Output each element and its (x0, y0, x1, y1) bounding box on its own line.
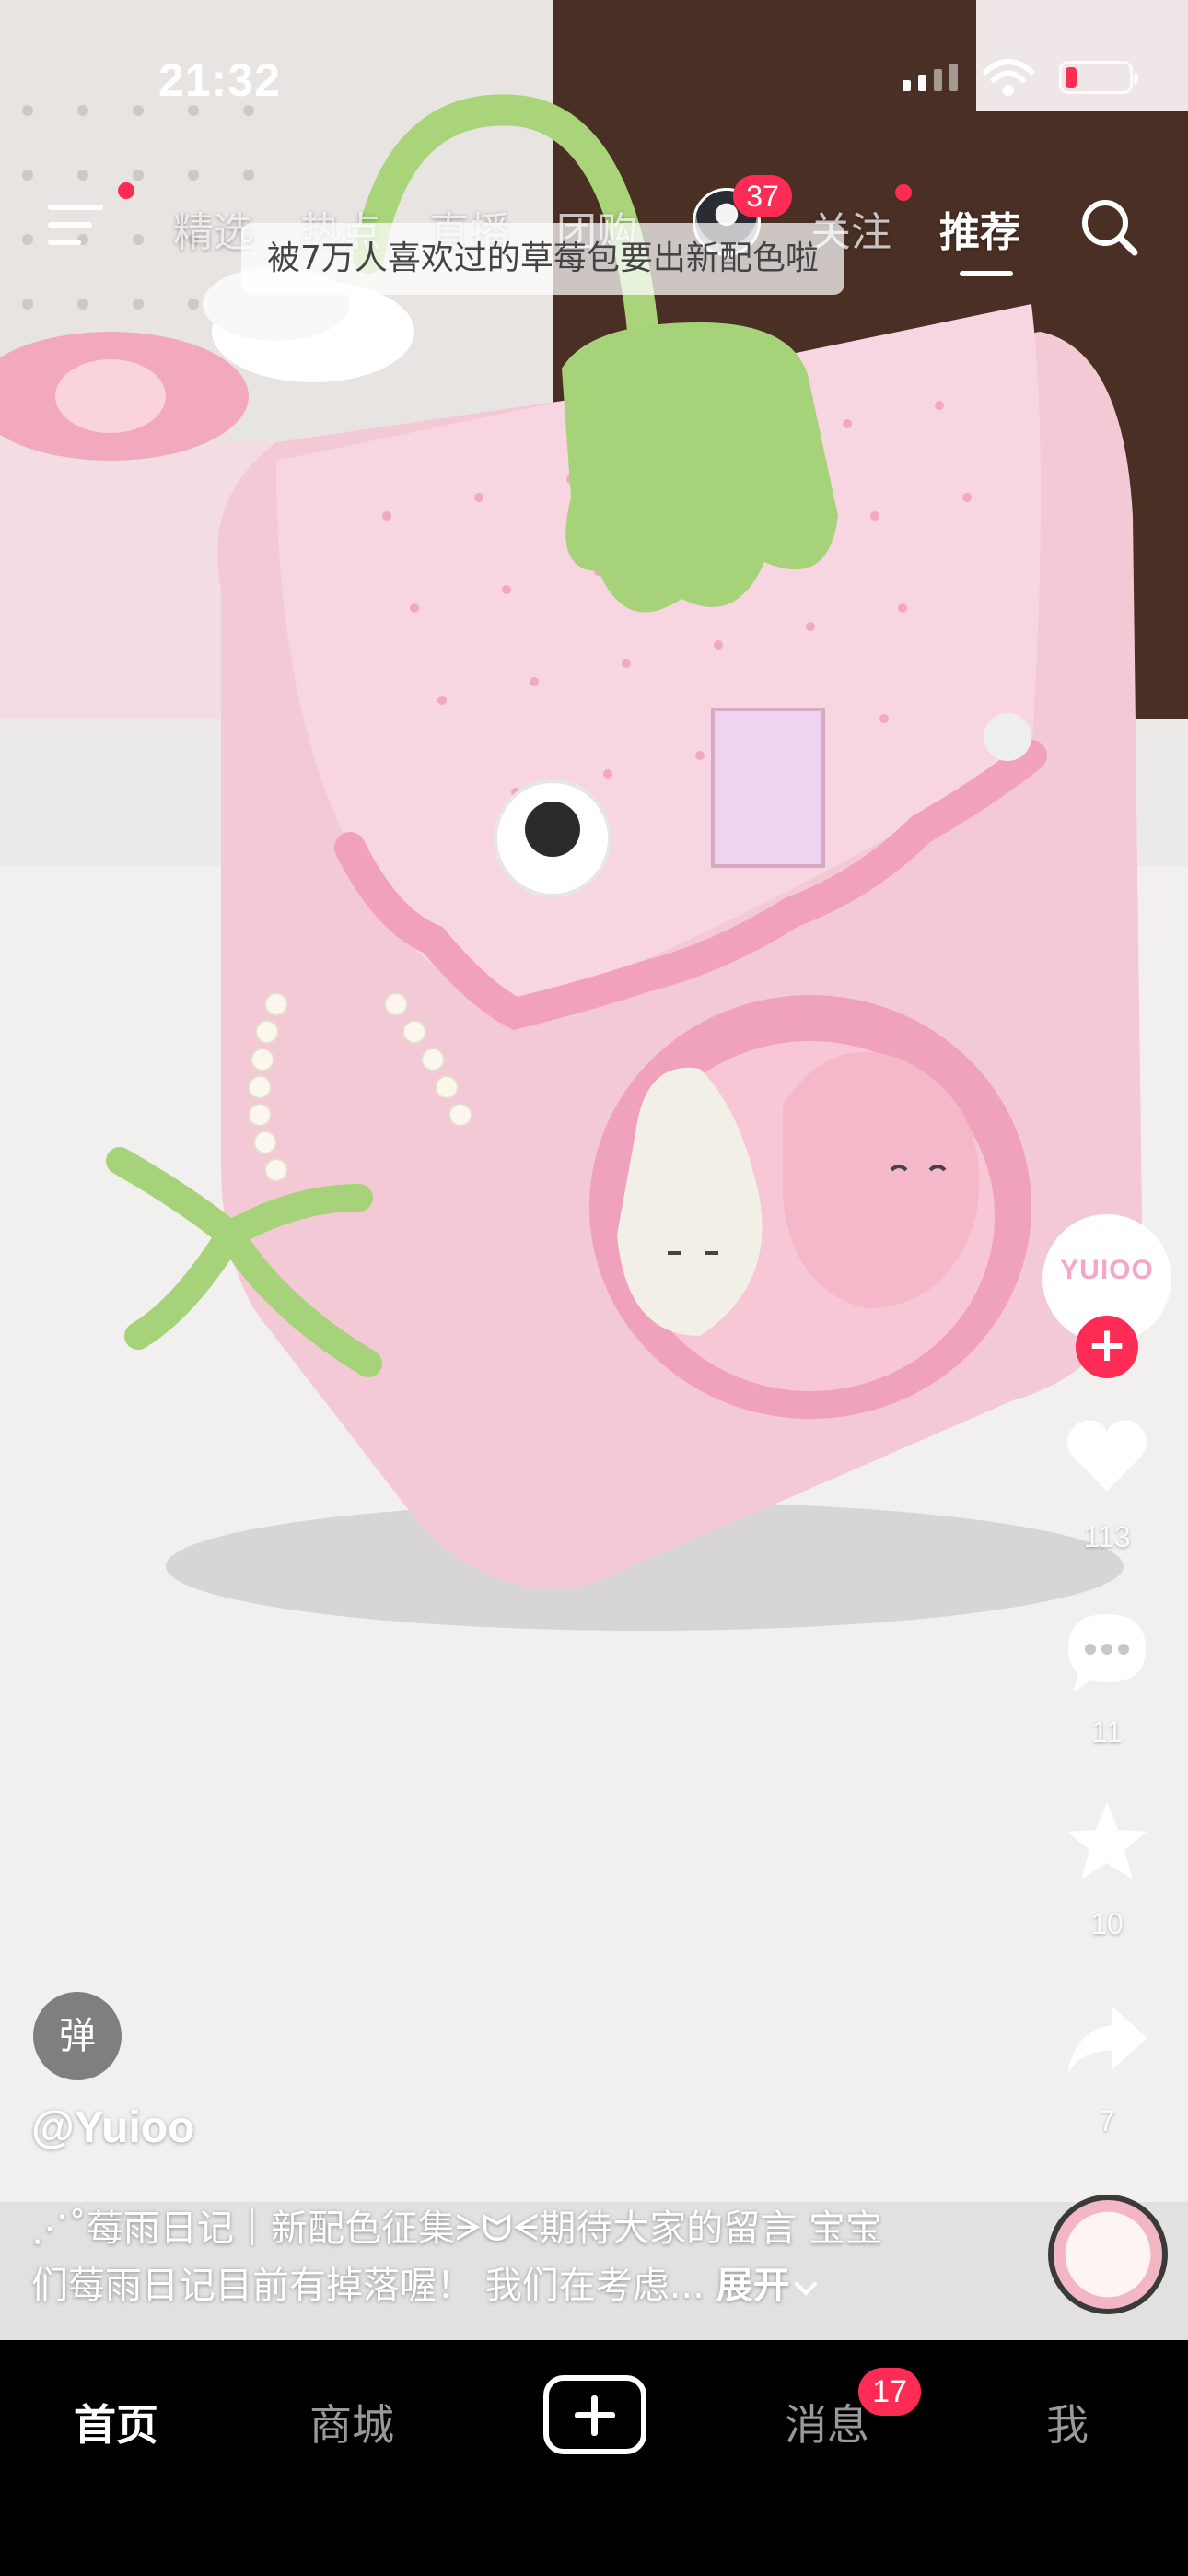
active-tab-indicator (960, 271, 1013, 276)
tab-me[interactable]: 我 (1046, 2392, 1089, 2453)
favorite-count: 10 (1090, 1907, 1124, 1940)
favorite-button[interactable]: 10 (1042, 1797, 1171, 1941)
share-icon (1068, 2007, 1147, 2073)
battery-level (1066, 67, 1077, 88)
share-button[interactable]: 7 (1042, 1994, 1171, 2138)
search-icon[interactable] (1079, 197, 1140, 258)
follow-notification-dot (895, 184, 912, 201)
share-count: 7 (1099, 2104, 1115, 2137)
author-handle[interactable]: @Yuioo (31, 2102, 194, 2153)
tab-mall[interactable]: 商城 (309, 2392, 394, 2453)
star-icon (1066, 1802, 1147, 1879)
like-count: 113 (1083, 1520, 1131, 1553)
video-caption[interactable]: ⋰˚莓雨日记｜新配色征集ᗒᗢᗕ期待大家的留言 宝宝 们莓雨日记目前有掉落喔！ 我… (31, 2200, 952, 2314)
danmaku-toggle-button[interactable]: 弹 (33, 1992, 122, 2080)
tab-tuijian[interactable]: 推荐 (939, 199, 1020, 258)
caption-line-1: ⋰˚莓雨日记｜新配色征集ᗒᗢᗕ期待大家的留言 宝宝 (31, 2207, 882, 2250)
comment-icon (1068, 1614, 1146, 1692)
menu-icon[interactable] (48, 201, 103, 249)
wifi-icon (983, 59, 1034, 96)
danmaku-comment: 被7万人喜欢过的草莓包要出新配色啦 (241, 223, 844, 295)
like-button[interactable]: 113 (1042, 1410, 1171, 1554)
live-count-badge: 37 (733, 175, 792, 217)
expand-caption-button[interactable]: 展开 (716, 2265, 818, 2307)
bottom-tab-bar: 首页 商城 消息 17 我 (0, 2340, 1188, 2576)
status-time: 21:32 (158, 54, 281, 106)
comment-button[interactable]: 11 (1042, 1605, 1171, 1750)
status-icons (903, 57, 1138, 98)
author-avatar-logo: YUIOO (1060, 1255, 1154, 1285)
chevron-down-icon (794, 2282, 817, 2296)
music-disc[interactable] (1048, 2195, 1168, 2314)
create-button[interactable] (543, 2375, 646, 2454)
video-player[interactable] (0, 0, 1188, 2340)
expand-label: 展开 (716, 2265, 790, 2307)
comment-count: 11 (1091, 1715, 1123, 1749)
tab-messages[interactable]: 消息 (785, 2392, 869, 2453)
heart-icon (1066, 1420, 1147, 1491)
video-frame (0, 0, 1188, 2340)
battery-icon (1059, 61, 1138, 94)
caption-line-2-text: 们莓雨日记目前有掉落喔！ 我们在考虑... (31, 2265, 705, 2307)
messages-badge: 17 (858, 2368, 921, 2416)
follow-button[interactable]: + (1076, 1316, 1138, 1378)
tab-home[interactable]: 首页 (74, 2392, 158, 2453)
caption-line-2: 们莓雨日记目前有掉落喔！ 我们在考虑... 展开 (31, 2257, 952, 2314)
cellular-signal-icon (903, 64, 958, 91)
menu-notification-dot (118, 182, 134, 199)
